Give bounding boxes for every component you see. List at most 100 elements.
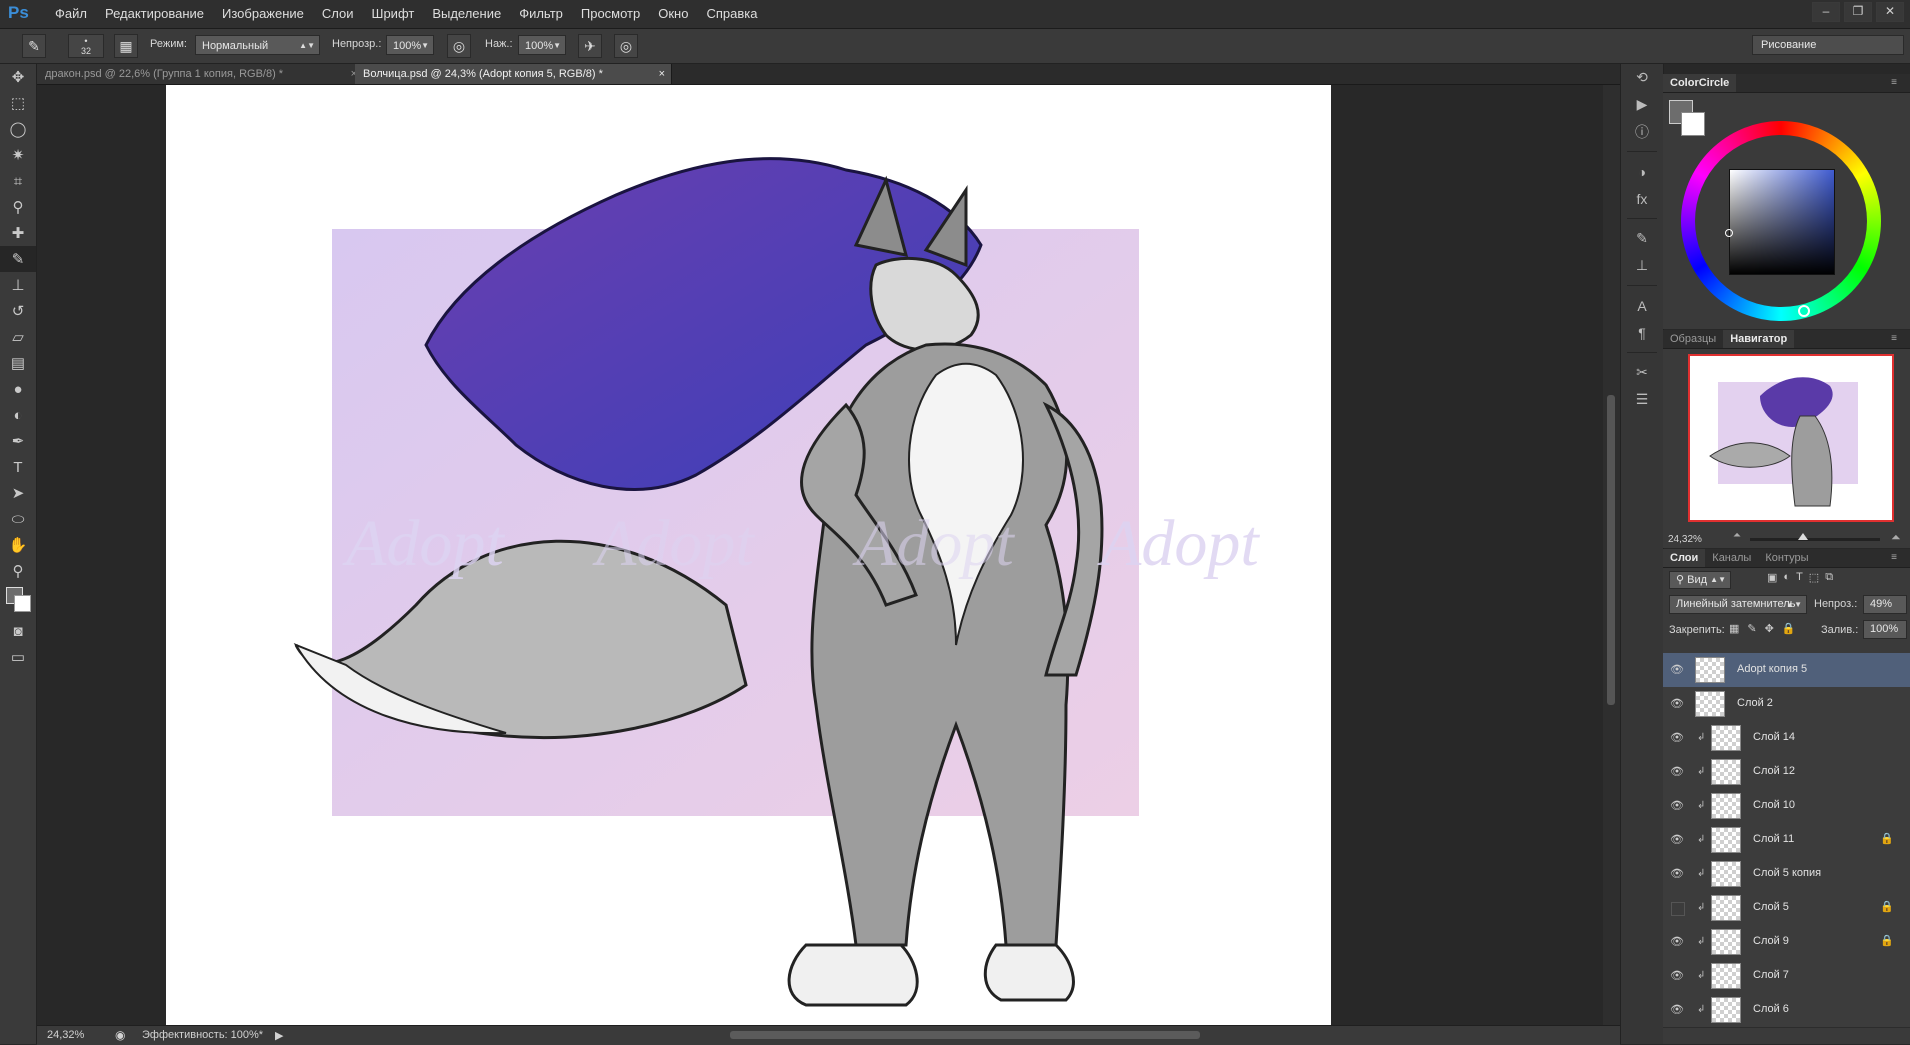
shape-tool[interactable]: ⬭ [0, 506, 36, 532]
dodge-tool[interactable]: ◐ [0, 402, 36, 428]
saturation-brightness-square[interactable] [1729, 169, 1835, 275]
visibility-eye-icon[interactable]: 👁 [1669, 662, 1685, 678]
close-window-button[interactable]: ✕ [1876, 2, 1904, 22]
restore-button[interactable]: ❐ [1844, 2, 1872, 22]
menu-image[interactable]: Изображение [213, 0, 313, 28]
tab-layers[interactable]: Слои [1663, 549, 1706, 567]
filter-smart-object-icon[interactable]: ⧉ [1825, 571, 1833, 584]
menu-window[interactable]: Окно [649, 0, 697, 28]
type-tool[interactable]: T [0, 454, 36, 480]
size-pressure-toggle[interactable]: ◎ [614, 34, 638, 58]
navigator-zoom-value[interactable]: 24,32% [1668, 534, 1702, 545]
minimize-button[interactable]: – [1812, 2, 1840, 22]
canvas-area[interactable]: Adopt Adopt Adopt Adopt [37, 85, 1620, 1025]
path-selection-tool[interactable]: ➤ [0, 480, 36, 506]
background-color[interactable] [14, 595, 31, 612]
document-canvas[interactable]: Adopt Adopt Adopt Adopt [166, 85, 1331, 1025]
tool-preset-picker[interactable]: ✎ [22, 34, 46, 58]
flow-field[interactable]: 100% ▼ [518, 35, 566, 55]
layer-row[interactable]: 👁 ↲ Слой 5 копия [1663, 857, 1910, 892]
clone-source-icon[interactable]: ⊥ [1621, 252, 1663, 279]
visibility-eye-icon[interactable]: 👁 [1669, 798, 1685, 814]
airbrush-toggle[interactable]: ✈ [578, 34, 602, 58]
zoom-level[interactable]: 24,32% [47, 1029, 84, 1041]
blur-tool[interactable]: ● [0, 376, 36, 402]
layer-filter-select[interactable]: ⚲ Вид ▲▼ [1669, 571, 1731, 589]
lock-position-icon[interactable]: ✥ [1765, 622, 1774, 635]
character-icon[interactable]: A [1621, 292, 1663, 319]
visibility-eye-icon[interactable]: 👁 [1669, 730, 1685, 746]
menu-layers[interactable]: Слои [313, 0, 363, 28]
vertical-scrollbar[interactable] [1603, 85, 1620, 1025]
filter-shape-icon[interactable]: ⬚ [1809, 571, 1819, 584]
visibility-eye-icon[interactable]: 👁 [1669, 764, 1685, 780]
brush-preset-picker[interactable]: • 32 [68, 34, 104, 58]
colorcircle-background-swatch[interactable] [1681, 112, 1705, 136]
lasso-tool[interactable]: ◯ [0, 116, 36, 142]
layer-row[interactable]: ↲ Слой 5 🔒 [1663, 891, 1910, 926]
actions-icon[interactable]: ▶ [1621, 91, 1663, 118]
history-brush-tool[interactable]: ↺ [0, 298, 36, 324]
clone-stamp-tool[interactable]: ⊥ [0, 272, 36, 298]
navigator-preview[interactable] [1688, 354, 1894, 522]
vertical-scroll-thumb[interactable] [1607, 395, 1615, 705]
tab-navigator[interactable]: Навигатор [1723, 330, 1795, 348]
lock-pixels-icon[interactable]: ✎ [1747, 622, 1756, 635]
menu-file[interactable]: Файл [46, 0, 96, 28]
pen-tool[interactable]: ✒ [0, 428, 36, 454]
tab-swatches[interactable]: Образцы [1663, 330, 1723, 348]
visibility-eye-icon[interactable]: 👁 [1669, 968, 1685, 984]
healing-brush-tool[interactable]: ✚ [0, 220, 36, 246]
brush-tool[interactable]: ✎ [0, 246, 36, 272]
tab-document-wolf[interactable]: Волчица.psd @ 24,3% (Adopt копия 5, RGB/… [355, 64, 672, 84]
gradient-tool[interactable]: ▤ [0, 350, 36, 376]
visibility-eye-icon[interactable]: 👁 [1669, 696, 1685, 712]
layer-row[interactable]: 👁 Adopt копия 5 [1663, 653, 1910, 688]
filter-pixel-icon[interactable]: ▣ [1767, 571, 1777, 584]
brush-presets-icon[interactable]: ✎ [1621, 225, 1663, 252]
panel-menu-icon[interactable]: ≡ [1884, 74, 1904, 92]
layer-row[interactable]: 👁 ↲ Слой 11 🔒 [1663, 823, 1910, 858]
info-icon[interactable]: ⓘ [1621, 118, 1663, 145]
menu-type[interactable]: Шрифт [363, 0, 424, 28]
marquee-tool[interactable]: ⬚ [0, 90, 36, 116]
layer-row[interactable]: 👁 ↲ Слой 6 [1663, 993, 1910, 1028]
magic-wand-tool[interactable]: ✷ [0, 142, 36, 168]
styles-icon[interactable]: fx [1621, 185, 1663, 212]
filter-type-icon[interactable]: T [1796, 571, 1803, 584]
layer-opacity-field[interactable]: 49% [1863, 595, 1907, 614]
tab-channels[interactable]: Каналы [1705, 549, 1758, 567]
layer-comps-icon[interactable]: ☰ [1621, 386, 1663, 413]
visibility-eye-icon[interactable]: 👁 [1669, 866, 1685, 882]
visibility-off-box[interactable] [1671, 902, 1685, 916]
lock-transparency-icon[interactable]: ▦ [1729, 622, 1739, 635]
layer-row[interactable]: 👁 ↲ Слой 7 [1663, 959, 1910, 994]
eraser-tool[interactable]: ▱ [0, 324, 36, 350]
zoom-slider-track[interactable] [1750, 533, 1880, 541]
tab-colorcircle[interactable]: ColorCircle [1663, 74, 1737, 92]
hue-ring[interactable] [1681, 121, 1881, 321]
paragraph-icon[interactable]: ¶ [1621, 319, 1663, 346]
layer-row[interactable]: 👁 Слой 2 [1663, 687, 1910, 722]
zoom-in-icon[interactable]: ⏶ [1891, 530, 1901, 545]
filter-adjustment-icon[interactable]: ◐ [1783, 571, 1790, 584]
color-swatches[interactable] [0, 584, 36, 618]
tool-presets-icon[interactable]: ✂ [1621, 359, 1663, 386]
menu-select[interactable]: Выделение [423, 0, 510, 28]
zoom-slider-thumb[interactable] [1798, 533, 1808, 540]
hand-tool[interactable]: ✋ [0, 532, 36, 558]
visibility-eye-icon[interactable]: 👁 [1669, 832, 1685, 848]
menu-help[interactable]: Справка [697, 0, 766, 28]
panel-menu-icon[interactable]: ≡ [1884, 549, 1904, 567]
tab-document-dragon[interactable]: дракон.psd @ 22,6% (Группа 1 копия, RGB/… [37, 64, 364, 84]
fill-field[interactable]: 100% [1863, 620, 1907, 639]
layer-row[interactable]: 👁 ↲ Слой 12 [1663, 755, 1910, 790]
status-info-icon[interactable]: ◉ [115, 1028, 125, 1042]
lock-all-icon[interactable]: 🔒 [1782, 622, 1796, 635]
crop-tool[interactable]: ⌗ [0, 168, 36, 194]
menu-view[interactable]: Просмотр [572, 0, 649, 28]
color-marker[interactable] [1725, 229, 1733, 237]
visibility-eye-icon[interactable]: 👁 [1669, 1002, 1685, 1018]
visibility-eye-icon[interactable]: 👁 [1669, 934, 1685, 950]
layer-blend-mode-select[interactable]: Линейный затемнитель ▲▼ [1669, 595, 1807, 614]
